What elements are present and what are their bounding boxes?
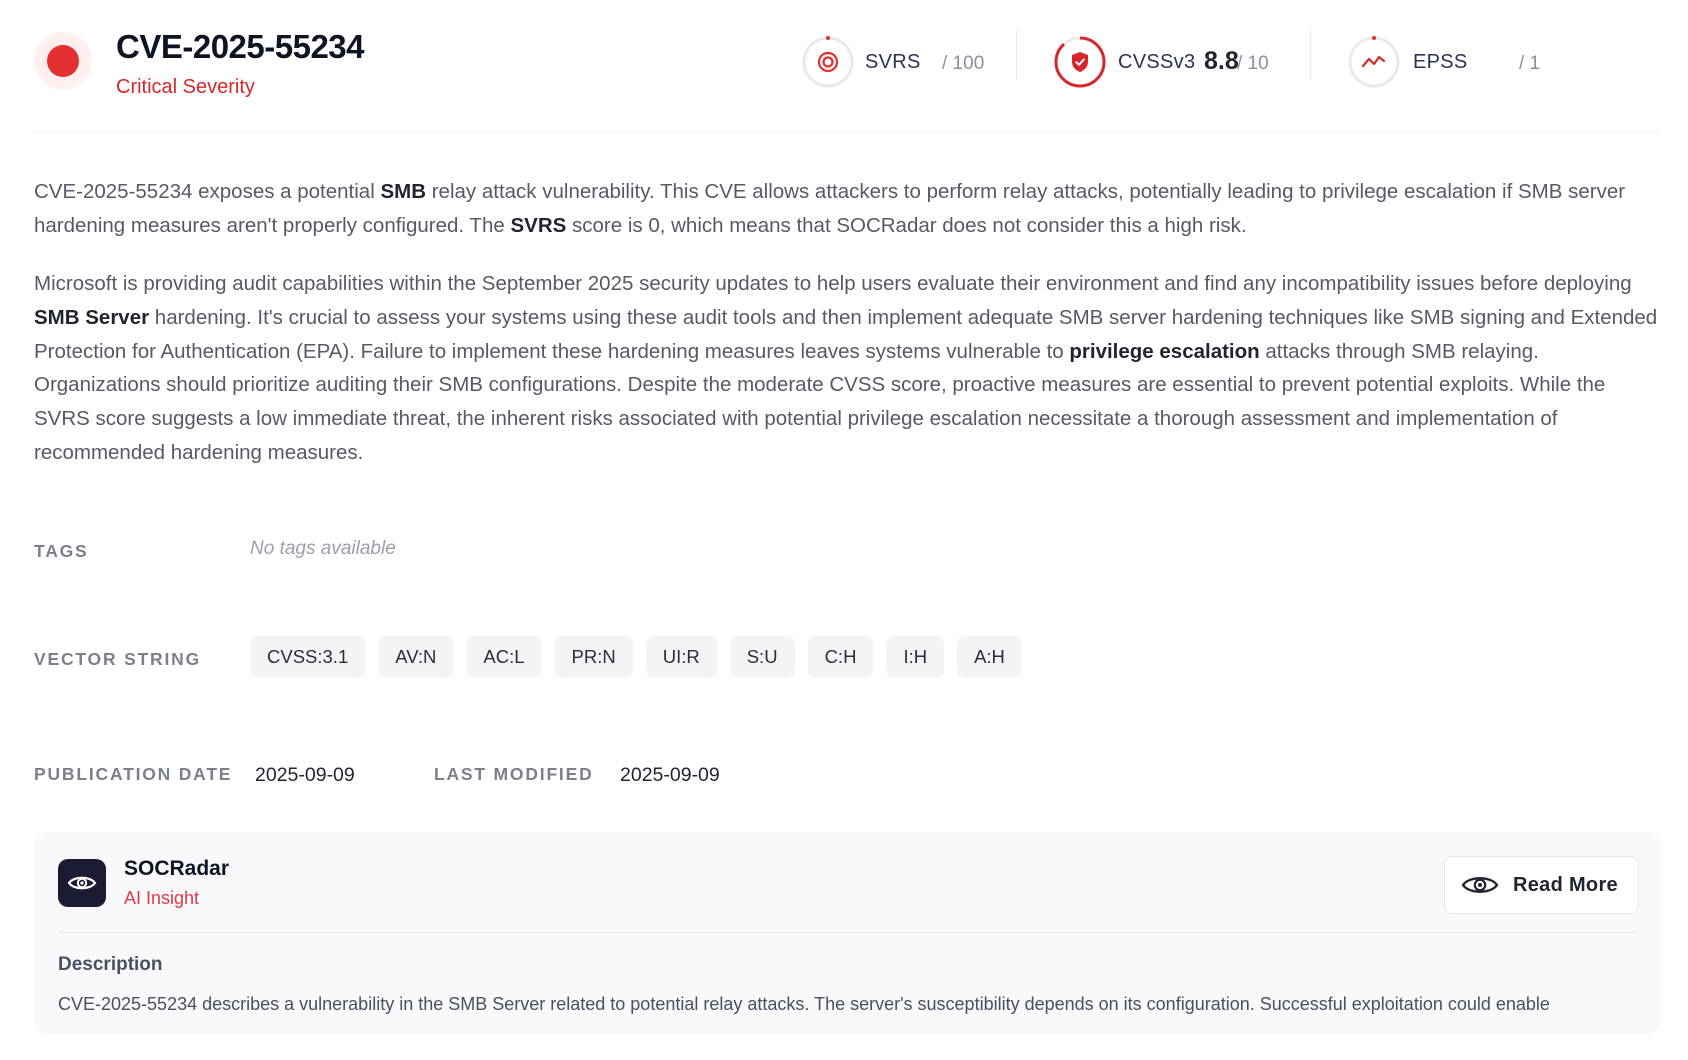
metric-divider (1016, 30, 1017, 80)
text-segment: score is 0, which means that SOCRadar do… (566, 213, 1247, 237)
target-icon (802, 36, 854, 88)
vector-chip: PR:N (554, 636, 633, 678)
svrs-max: / 100 (942, 53, 985, 74)
cvss-label: CVSSv3 (1118, 51, 1196, 73)
bold-text: SMB Server (34, 305, 150, 329)
text-segment: CVE-2025-55234 exposes a potential (34, 180, 381, 203)
description-text: CVE-2025-55234 describes a vulnerability… (58, 994, 1550, 1014)
summary-paragraph-1: CVE-2025-55234 exposes a potential SMB r… (34, 175, 1664, 243)
read-more-label: Read More (1513, 874, 1618, 896)
trend-line-icon (1348, 36, 1400, 88)
cve-header: CVE-2025-55234 Critical Severity SVRS / … (34, 28, 1660, 133)
socradar-logo-icon (58, 859, 106, 907)
bold-text: SVRS (510, 213, 567, 237)
vector-string-label: VECTOR STRING (34, 649, 201, 669)
vector-chip-list: CVSS:3.1 AV:N AC:L PR:N UI:R S:U C:H I:H… (250, 636, 1022, 678)
eye-icon (1461, 877, 1499, 893)
severity-indicator-icon (34, 32, 92, 90)
last-modified-value: 2025-09-09 (620, 764, 720, 786)
publication-date-label: PUBLICATION DATE (34, 764, 233, 784)
publication-date-value: 2025-09-09 (255, 764, 355, 786)
read-more-button[interactable]: Read More (1444, 856, 1639, 914)
metric-divider (1310, 30, 1311, 80)
vector-chip: AC:L (466, 636, 542, 678)
tags-label: TAGS (34, 541, 89, 561)
cvss-score: 8.8 (1204, 47, 1239, 75)
vector-chip: C:H (807, 636, 874, 678)
bold-text: privilege escalation (1069, 339, 1260, 363)
severity-label: Critical Severity (116, 76, 255, 98)
shield-check-icon (1054, 36, 1106, 88)
vector-chip: I:H (886, 636, 945, 678)
insight-brand-name: SOCRadar (124, 857, 230, 880)
vector-chip: UI:R (645, 636, 717, 678)
epss-metric[interactable]: EPSS / 1 (1347, 35, 1547, 95)
cvss-max: / 10 (1237, 53, 1269, 74)
vector-chip: S:U (729, 636, 795, 678)
text-segment: Microsoft is providing audit capabilitie… (34, 272, 1632, 295)
description-heading: Description (58, 954, 163, 975)
svrs-label: SVRS (865, 51, 921, 73)
bold-text: SMB (380, 180, 427, 203)
summary-paragraph-2: Microsoft is providing audit capabilitie… (34, 267, 1664, 470)
epss-label: EPSS (1413, 51, 1468, 73)
last-modified-label: LAST MODIFIED (434, 764, 594, 784)
vector-chip: CVSS:3.1 (250, 636, 366, 678)
vector-chip: AV:N (378, 636, 454, 678)
svrs-metric[interactable]: SVRS / 100 (801, 35, 991, 95)
card-divider (58, 932, 1637, 933)
vector-chip: A:H (957, 636, 1022, 678)
epss-max: / 1 (1519, 53, 1541, 74)
tags-empty-text: No tags available (250, 538, 396, 559)
cvss-metric[interactable]: CVSSv3 8.8 / 10 (1053, 35, 1293, 95)
cve-title: CVE-2025-55234 (116, 28, 365, 65)
ai-insight-card: SOCRadar AI Insight Read More Descriptio… (34, 832, 1661, 1034)
ai-insight-label: AI Insight (124, 888, 200, 908)
